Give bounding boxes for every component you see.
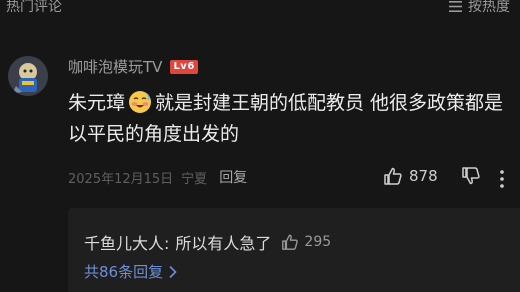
reply-like-button[interactable]: 295 bbox=[281, 233, 331, 251]
like-button[interactable]: 878 bbox=[383, 166, 438, 186]
comment-location: 宁夏 bbox=[181, 171, 208, 187]
reply-like-count: 295 bbox=[304, 234, 332, 250]
view-all-replies-link[interactable]: 共86条回复 bbox=[84, 261, 177, 282]
reply-button[interactable]: 回复 bbox=[219, 167, 247, 187]
replies-count-label: 共86条回复 bbox=[84, 263, 164, 281]
sort-label: 按热度 bbox=[468, 0, 510, 15]
thumbs-up-icon bbox=[384, 167, 402, 185]
username[interactable]: 咖啡泡模玩TV bbox=[68, 56, 162, 77]
chevron-right-icon bbox=[169, 265, 177, 278]
comment-text-part-1: 朱元璋 bbox=[68, 92, 126, 114]
dislike-button[interactable] bbox=[461, 166, 481, 190]
more-vertical-icon bbox=[500, 170, 504, 188]
like-count: 878 bbox=[409, 167, 438, 185]
replies-preview: 千鱼儿大人: 所以有人急了 295 共86条回复 bbox=[68, 208, 520, 292]
shy-laugh-emoji-icon bbox=[129, 91, 152, 113]
avatar-image bbox=[8, 56, 48, 96]
sort-icon bbox=[449, 0, 462, 12]
comment-meta: 2025年12月15日 宁夏 回复 bbox=[68, 167, 247, 187]
comment-header: 热门评论 按热度 bbox=[0, 0, 520, 20]
comment-date: 2025年12月15日 bbox=[68, 171, 174, 187]
comment-body: 朱元璋 就是封建王朝的低配教员 他很多政策都是以平民的角度出发的 bbox=[68, 88, 510, 150]
thumbs-up-icon bbox=[282, 234, 299, 250]
top-reply[interactable]: 千鱼儿大人: 所以有人急了 295 bbox=[84, 230, 331, 254]
reply-author[interactable]: 千鱼儿大人: bbox=[84, 230, 169, 254]
sort-by-hot-button[interactable]: 按热度 bbox=[449, 0, 510, 16]
comment-author-row: 咖啡泡模玩TV Lv6 bbox=[68, 56, 198, 77]
thumbs-down-icon bbox=[462, 167, 480, 185]
comment-section: 热门评论 按热度 咖啡泡模玩TV Lv6 朱元璋 就是封建王朝的低配教员 他很多… bbox=[0, 0, 520, 292]
section-title: 热门评论 bbox=[6, 0, 62, 15]
avatar[interactable] bbox=[8, 56, 48, 96]
reply-text: 所以有人急了 bbox=[175, 234, 272, 253]
level-badge: Lv6 bbox=[170, 59, 198, 74]
more-options-button[interactable] bbox=[500, 170, 504, 188]
